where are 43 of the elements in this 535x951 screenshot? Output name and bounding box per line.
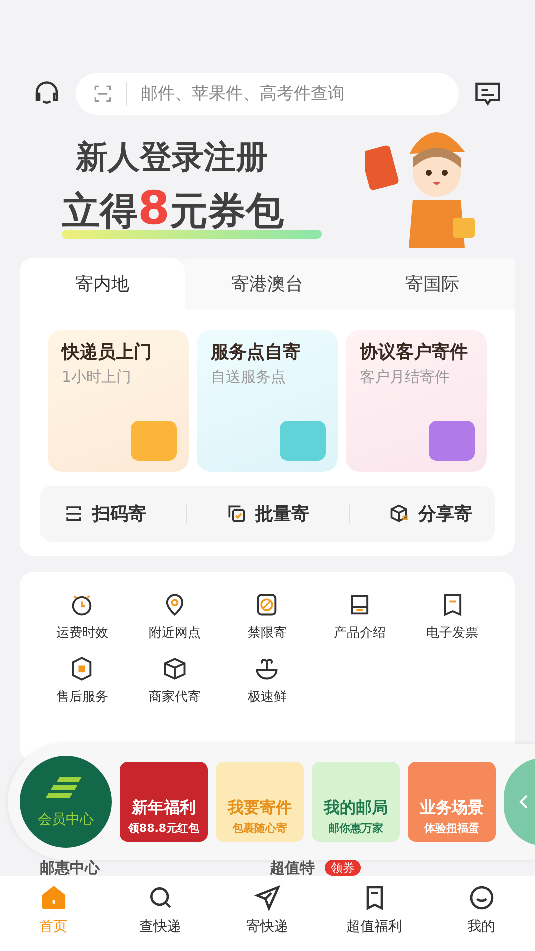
smiley-icon <box>468 884 496 912</box>
package-icon <box>388 503 410 525</box>
service-item[interactable]: 电子发票 <box>406 592 499 642</box>
option-subtitle: 1小时上门 <box>62 368 133 387</box>
promo-banner[interactable]: 新人登录注册 立得8元券包 <box>0 116 535 258</box>
option-subtitle: 自送服务点 <box>211 368 287 387</box>
service-item[interactable]: 商家代寄 <box>128 656 222 706</box>
scan-icon[interactable] <box>92 83 114 105</box>
section-title: 邮惠中心 <box>40 860 100 876</box>
member-center-button[interactable]: 会员中心 <box>20 756 112 848</box>
service-item[interactable]: 售后服务 <box>36 656 129 706</box>
option-title: 协议客户寄件 <box>360 341 469 364</box>
section-title: 超值特 <box>270 860 315 876</box>
coupon-badge: 领券 <box>325 860 361 876</box>
nav-tab[interactable]: 我的 <box>442 884 522 936</box>
promo-tile[interactable]: 新年福利 领88.8元红包 <box>120 762 208 842</box>
service-item[interactable]: 产品介绍 <box>314 592 406 642</box>
quick-action-button[interactable]: 扫码寄 <box>56 496 152 532</box>
quick-action-button[interactable]: 分享寄 <box>382 496 478 532</box>
shipping-option-card[interactable]: 服务点自寄 自送服务点 <box>197 330 338 472</box>
shipping-option-card[interactable]: 协议客户寄件 客户月结寄件 <box>346 330 487 472</box>
home-icon <box>40 884 68 912</box>
search-input[interactable]: 邮件、苹果件、高考件查询 <box>139 83 443 105</box>
nav-tab[interactable]: 超值福利 <box>334 884 414 936</box>
option-title: 快递员上门 <box>62 341 153 364</box>
option-title: 服务点自寄 <box>211 341 302 364</box>
nav-tab[interactable]: 查快递 <box>120 884 200 936</box>
nav-tab[interactable]: 寄快递 <box>228 884 308 936</box>
promo-tile[interactable]: 我的邮局 邮你惠万家 <box>312 762 400 842</box>
chevron-left-icon <box>519 794 529 810</box>
paper-plane-icon <box>254 884 282 912</box>
quick-action-button[interactable]: 批量寄 <box>220 496 316 532</box>
shipping-option-card[interactable]: 快递员上门 1小时上门 <box>48 330 189 472</box>
service-item[interactable]: 运费时效 <box>36 592 129 642</box>
service-item[interactable]: 极速鲜 <box>221 656 314 706</box>
banner-title: 新人登录注册 <box>76 136 269 178</box>
option-subtitle: 客户月结寄件 <box>360 368 451 387</box>
package-icon <box>162 656 188 682</box>
service-item[interactable]: 附近网点 <box>128 592 222 642</box>
shipping-tab[interactable]: 寄内地 <box>20 258 185 310</box>
banner-subtitle: 立得8元券包 <box>62 186 284 230</box>
search-field[interactable]: 邮件、苹果件、高考件查询 <box>76 73 459 115</box>
service-item[interactable]: 禁限寄 <box>221 592 314 642</box>
